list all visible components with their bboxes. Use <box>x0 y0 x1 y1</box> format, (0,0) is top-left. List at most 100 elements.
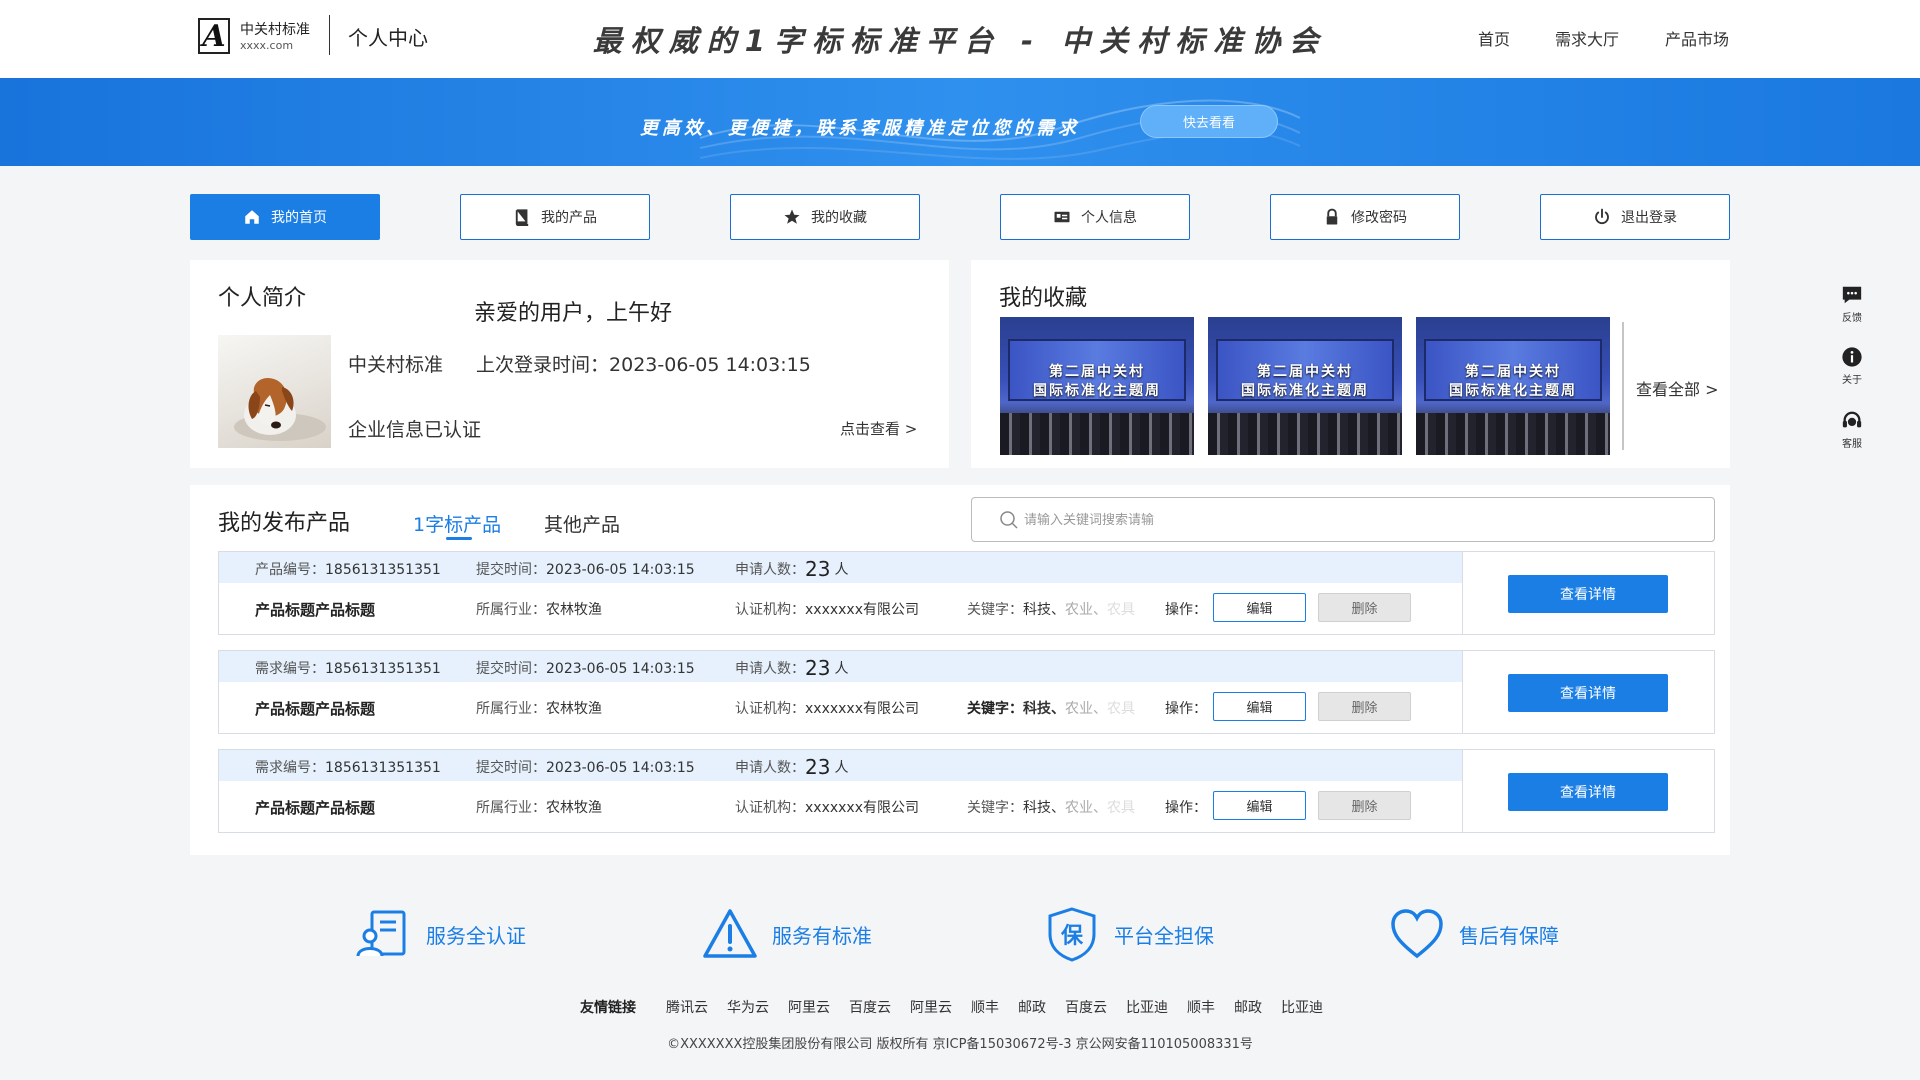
feature-certified: 服务全认证 <box>356 906 526 962</box>
thumbnail-caption: 国际标准化主题周 <box>1241 383 1369 399</box>
submit-time: 提交时间：2023-06-05 14:03:15 <box>476 658 695 678</box>
applicants-unit: 人 <box>834 760 849 776</box>
tab-my-favorites[interactable]: 我的收藏 <box>730 194 920 240</box>
friend-link[interactable]: 比亚迪 <box>1281 1000 1323 1016</box>
logo-divider <box>329 15 330 55</box>
edit-button[interactable]: 编辑 <box>1213 692 1306 721</box>
power-icon <box>1595 208 1609 225</box>
svg-text:保: 保 <box>1060 924 1084 949</box>
tab-my-products[interactable]: 我的产品 <box>460 194 650 240</box>
last-login-label: 上次登录时间： <box>476 354 610 376</box>
shield-guarantee-icon: 保 <box>1048 907 1096 962</box>
friend-link[interactable]: 顺丰 <box>1187 1000 1215 1016</box>
friend-link[interactable]: 华为云 <box>727 1000 769 1016</box>
banner-text: 更高效、更便捷，联系客服精准定位您的需求 <box>640 118 1080 139</box>
side-feedback[interactable]: 反馈 <box>1832 284 1872 324</box>
logo-icon[interactable]: A <box>198 18 230 54</box>
feature-label: 服务有标准 <box>772 923 872 948</box>
industry-value: 农林牧渔 <box>546 602 602 618</box>
industry-label: 所属行业： <box>476 602 546 618</box>
nav-home[interactable]: 首页 <box>1478 26 1510 50</box>
audience-strip <box>1000 413 1194 455</box>
op-label: 操作： <box>1165 800 1207 816</box>
book-icon <box>515 209 529 226</box>
keyword-label: 关键字： <box>967 701 1023 717</box>
thumbnail-caption: 国际标准化主题周 <box>1449 383 1577 399</box>
nav-product-market[interactable]: 产品市场 <box>1665 26 1729 50</box>
search-icon <box>1000 511 1018 529</box>
favorite-thumbnail[interactable]: 第二届中关村 国际标准化主题周 <box>1416 317 1610 455</box>
tab-1-mark-products[interactable]: 1字标产品 <box>413 510 501 537</box>
product-id: 产品编号：1856131351351 <box>255 559 441 579</box>
friend-link[interactable]: 阿里云 <box>788 1000 830 1016</box>
view-all-favorites-link[interactable]: 查看全部 > <box>1636 376 1719 400</box>
side-about[interactable]: 关于 <box>1832 346 1872 386</box>
friend-link[interactable]: 顺丰 <box>971 1000 999 1016</box>
warning-triangle-icon <box>703 909 757 958</box>
cert-org: 认证机构：xxxxxxx有限公司 <box>735 599 919 619</box>
feature-guarantee: 保 平台全担保 <box>1044 906 1214 962</box>
keyword-1: 科技、 <box>1023 602 1065 618</box>
tab-logout[interactable]: 退出登录 <box>1540 194 1730 240</box>
keyword-1: 科技、 <box>1023 800 1065 816</box>
keyword-2: 农业、 <box>1065 602 1107 618</box>
keyword-2: 农业、 <box>1065 701 1107 717</box>
delete-button[interactable]: 删除 <box>1318 791 1411 820</box>
friend-link[interactable]: 邮政 <box>1018 1000 1046 1016</box>
favorites-divider <box>1622 322 1624 450</box>
thumbnail-caption: 国际标准化主题周 <box>1033 383 1161 399</box>
friend-link[interactable]: 百度云 <box>849 1000 891 1016</box>
row-divider <box>1462 750 1463 832</box>
tab-personal-info[interactable]: 个人信息 <box>1000 194 1190 240</box>
submit-time: 提交时间：2023-06-05 14:03:15 <box>476 757 695 777</box>
view-detail-button[interactable]: 查看详情 <box>1508 575 1668 613</box>
keywords: 关键字：科技、农业、农具 <box>967 698 1135 718</box>
keyword-3: 农具 <box>1107 701 1135 717</box>
banner-go-button[interactable]: 快去看看 <box>1140 105 1278 138</box>
greeting: 亲爱的用户，上午好 <box>474 301 673 326</box>
favorite-thumbnail[interactable]: 第二届中关村 国际标准化主题周 <box>1000 317 1194 455</box>
industry-value: 农林牧渔 <box>546 800 602 816</box>
nav-demand-hall[interactable]: 需求大厅 <box>1555 26 1619 50</box>
edit-button[interactable]: 编辑 <box>1213 791 1306 820</box>
keywords: 关键字：科技、农业、农具 <box>967 797 1135 817</box>
keyword-label: 关键字： <box>967 602 1023 618</box>
id-value: 1856131351351 <box>325 562 441 578</box>
org-value: xxxxxxx有限公司 <box>805 701 919 717</box>
tab-label: 个人信息 <box>1081 210 1137 226</box>
friend-link[interactable]: 腾讯云 <box>666 1000 708 1016</box>
friend-link[interactable]: 阿里云 <box>910 1000 952 1016</box>
delete-button[interactable]: 删除 <box>1318 593 1411 622</box>
keyword-3: 农具 <box>1107 602 1135 618</box>
keyword-label: 关键字： <box>967 800 1023 816</box>
delete-button[interactable]: 删除 <box>1318 692 1411 721</box>
side-customer-service[interactable]: 客服 <box>1832 410 1872 450</box>
feature-label: 服务全认证 <box>426 923 526 948</box>
friend-link[interactable]: 比亚迪 <box>1126 1000 1168 1016</box>
tab-other-products[interactable]: 其他产品 <box>544 510 620 537</box>
favorite-thumbnail[interactable]: 第二届中关村 国际标准化主题周 <box>1208 317 1402 455</box>
friend-link[interactable]: 百度云 <box>1065 1000 1107 1016</box>
top-header: A 中关村标准 xxxx.com 个人中心 最权威的1字标标准平台 - 中关村标… <box>0 0 1920 78</box>
tab-change-password[interactable]: 修改密码 <box>1270 194 1460 240</box>
tab-my-home[interactable]: 我的首页 <box>190 194 380 240</box>
tab-label: 修改密码 <box>1351 210 1407 226</box>
view-profile-link[interactable]: 点击查看 > <box>840 418 917 439</box>
search-input[interactable] <box>1024 508 1684 532</box>
submit-value: 2023-06-05 14:03:15 <box>546 562 695 578</box>
view-detail-button[interactable]: 查看详情 <box>1508 773 1668 811</box>
edit-button[interactable]: 编辑 <box>1213 593 1306 622</box>
applicants-value: 23 <box>805 656 831 680</box>
puppy-image <box>234 377 326 441</box>
applicants-unit: 人 <box>834 562 849 578</box>
view-detail-button[interactable]: 查看详情 <box>1508 674 1668 712</box>
side-label: 反馈 <box>1842 313 1862 324</box>
product-row: 需求编号：1856131351351 提交时间：2023-06-05 14:03… <box>218 749 1715 833</box>
id-card-icon <box>1054 211 1070 223</box>
logo-domain: xxxx.com <box>240 39 294 52</box>
applicants-value: 23 <box>805 557 831 581</box>
org-value: xxxxxxx有限公司 <box>805 602 919 618</box>
friend-links: 友情链接 腾讯云 华为云 阿里云 百度云 阿里云 顺丰 邮政 百度云 比亚迪 顺丰 邮政 比亚迪 <box>580 997 1342 1017</box>
org-label: 认证机构： <box>735 701 805 717</box>
friend-link[interactable]: 邮政 <box>1234 1000 1262 1016</box>
